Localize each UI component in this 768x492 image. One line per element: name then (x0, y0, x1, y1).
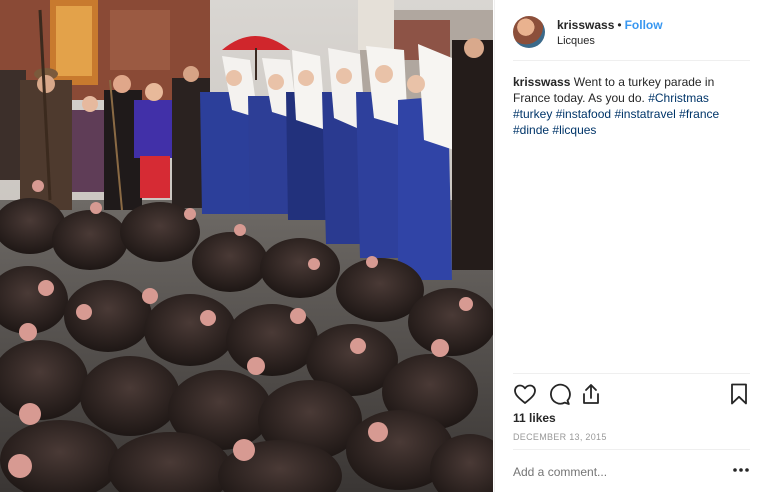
username-link[interactable]: krisswass (557, 18, 614, 32)
hashtag-france[interactable]: #france (679, 107, 719, 121)
share-icon[interactable] (579, 382, 603, 406)
comment-divider (513, 449, 750, 450)
header-divider (513, 60, 750, 61)
follow-button[interactable]: Follow (625, 18, 663, 32)
action-bar (513, 382, 751, 406)
post-header: krisswass • Follow Licques (513, 14, 753, 50)
hashtag-turkey[interactable]: #turkey (513, 107, 552, 121)
hashtag-instafood[interactable]: #instafood (556, 107, 611, 121)
actions-divider (513, 373, 750, 374)
post-photo[interactable] (0, 0, 493, 492)
likes-count[interactable]: 11 likes (513, 411, 556, 425)
hashtag-christmas[interactable]: #Christmas (648, 91, 709, 105)
turkey-parade-image (0, 0, 493, 492)
post-caption: krisswass Went to a turkey parade in Fra… (513, 74, 751, 138)
bookmark-icon[interactable] (727, 382, 751, 406)
caption-username[interactable]: krisswass (513, 75, 570, 89)
username-line: krisswass • Follow (557, 18, 663, 32)
hashtag-dinde[interactable]: #dinde (513, 123, 549, 137)
location-link[interactable]: Licques (557, 35, 595, 47)
more-options-icon[interactable] (731, 462, 751, 478)
post-side-panel: krisswass • Follow Licques krisswass Went … (494, 0, 768, 492)
avatar[interactable] (513, 16, 545, 48)
separator-dot: • (617, 18, 622, 32)
heart-icon[interactable] (513, 382, 537, 406)
comment-bubble-icon[interactable] (547, 382, 571, 406)
instagram-post: krisswass • Follow Licques krisswass Went … (0, 0, 768, 492)
post-date: DECEMBER 13, 2015 (513, 432, 607, 442)
comment-input[interactable] (513, 465, 693, 479)
hashtag-instatravel[interactable]: #instatravel (614, 107, 675, 121)
hashtag-licques[interactable]: #licques (552, 123, 596, 137)
